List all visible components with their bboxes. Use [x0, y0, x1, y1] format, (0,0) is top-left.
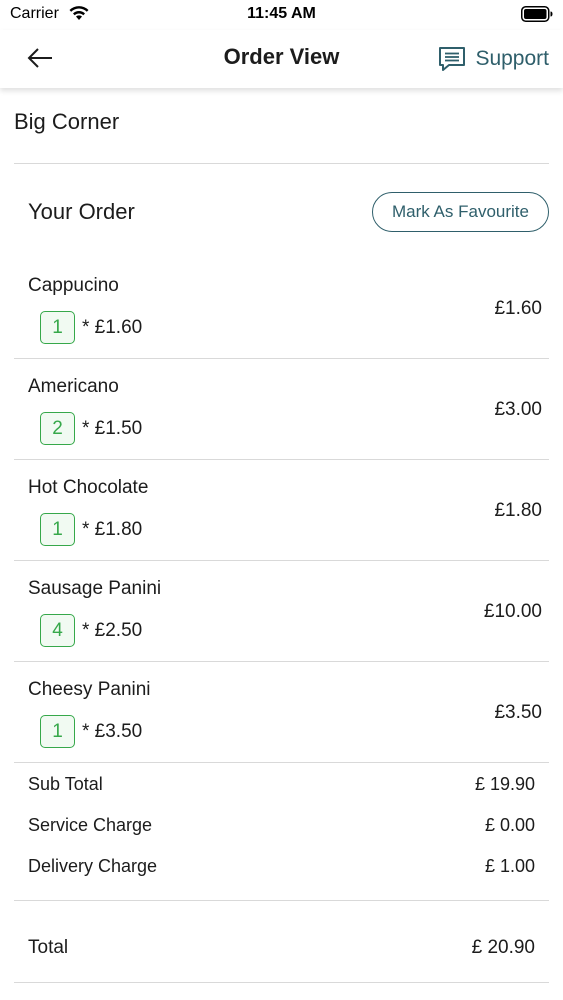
item-total: £1.60: [494, 298, 542, 319]
nav-bar: Order View Support: [0, 30, 563, 88]
quantity-badge: 4: [40, 614, 75, 647]
unit-price: * £1.80: [82, 518, 143, 540]
delivery-charge-label: Delivery Charge: [28, 856, 158, 876]
quantity-row: 2 * £1.50: [40, 412, 142, 445]
divider: [14, 900, 549, 901]
list-item: Americano 2 * £1.50 £3.00: [14, 359, 549, 460]
order-summary: Sub Total £ 19.90 Service Charge £ 0.00 …: [14, 764, 549, 887]
item-total: £1.80: [494, 500, 542, 521]
service-charge-label: Service Charge: [28, 815, 153, 835]
restaurant-name: Big Corner: [14, 109, 120, 134]
item-name: Cheesy Panini: [28, 679, 151, 700]
delivery-charge-row: Delivery Charge £ 1.00: [14, 846, 549, 887]
delivery-charge-value: £ 1.00: [484, 856, 535, 876]
quantity-row: 4 * £2.50: [40, 614, 142, 647]
service-charge-row: Service Charge £ 0.00: [14, 805, 549, 846]
quantity-row: 1 * £1.60: [40, 311, 142, 344]
divider: [14, 163, 549, 164]
mark-as-favourite-button[interactable]: Mark As Favourite: [372, 192, 549, 232]
unit-price: * £3.50: [82, 720, 143, 742]
total-label: Total: [28, 937, 69, 958]
item-name: Americano: [28, 376, 119, 397]
unit-price: * £2.50: [82, 619, 143, 641]
subtotal-row: Sub Total £ 19.90: [14, 764, 549, 805]
clock: 11:45 AM: [247, 5, 316, 22]
item-total: £3.00: [494, 399, 542, 420]
order-items-list: Cappucino 1 * £1.60 £1.60 Americano 2 * …: [14, 258, 549, 763]
arrow-left-icon: [27, 48, 52, 68]
subtotal-value: £ 19.90: [474, 774, 535, 794]
subtotal-label: Sub Total: [28, 774, 103, 794]
list-item: Cappucino 1 * £1.60 £1.60: [14, 258, 549, 359]
quantity-row: 1 * £3.50: [40, 715, 142, 748]
quantity-badge: 1: [40, 311, 75, 344]
back-button[interactable]: [22, 44, 58, 72]
support-button[interactable]: Support: [437, 43, 549, 75]
divider: [14, 982, 549, 983]
list-item: Hot Chocolate 1 * £1.80 £1.80: [14, 460, 549, 561]
list-item: Sausage Panini 4 * £2.50 £10.00: [14, 561, 549, 662]
status-bar: Carrier 11:45 AM: [0, 0, 563, 30]
support-label: Support: [475, 47, 549, 70]
item-name: Sausage Panini: [28, 578, 162, 599]
chat-icon: [439, 47, 466, 71]
item-total: £3.50: [494, 702, 542, 723]
item-name: Hot Chocolate: [28, 477, 149, 498]
quantity-badge: 1: [40, 513, 75, 546]
item-name: Cappucino: [28, 275, 119, 296]
list-item: Cheesy Panini 1 * £3.50 £3.50: [14, 662, 549, 763]
item-total: £10.00: [483, 601, 542, 622]
order-section-title: Your Order: [28, 199, 135, 224]
quantity-badge: 2: [40, 412, 75, 445]
unit-price: * £1.50: [82, 417, 143, 439]
quantity-badge: 1: [40, 715, 75, 748]
quantity-row: 1 * £1.80: [40, 513, 142, 546]
service-charge-value: £ 0.00: [484, 815, 535, 835]
total-value: £ 20.90: [471, 937, 535, 958]
unit-price: * £1.60: [82, 316, 143, 338]
battery-icon: [521, 6, 553, 22]
